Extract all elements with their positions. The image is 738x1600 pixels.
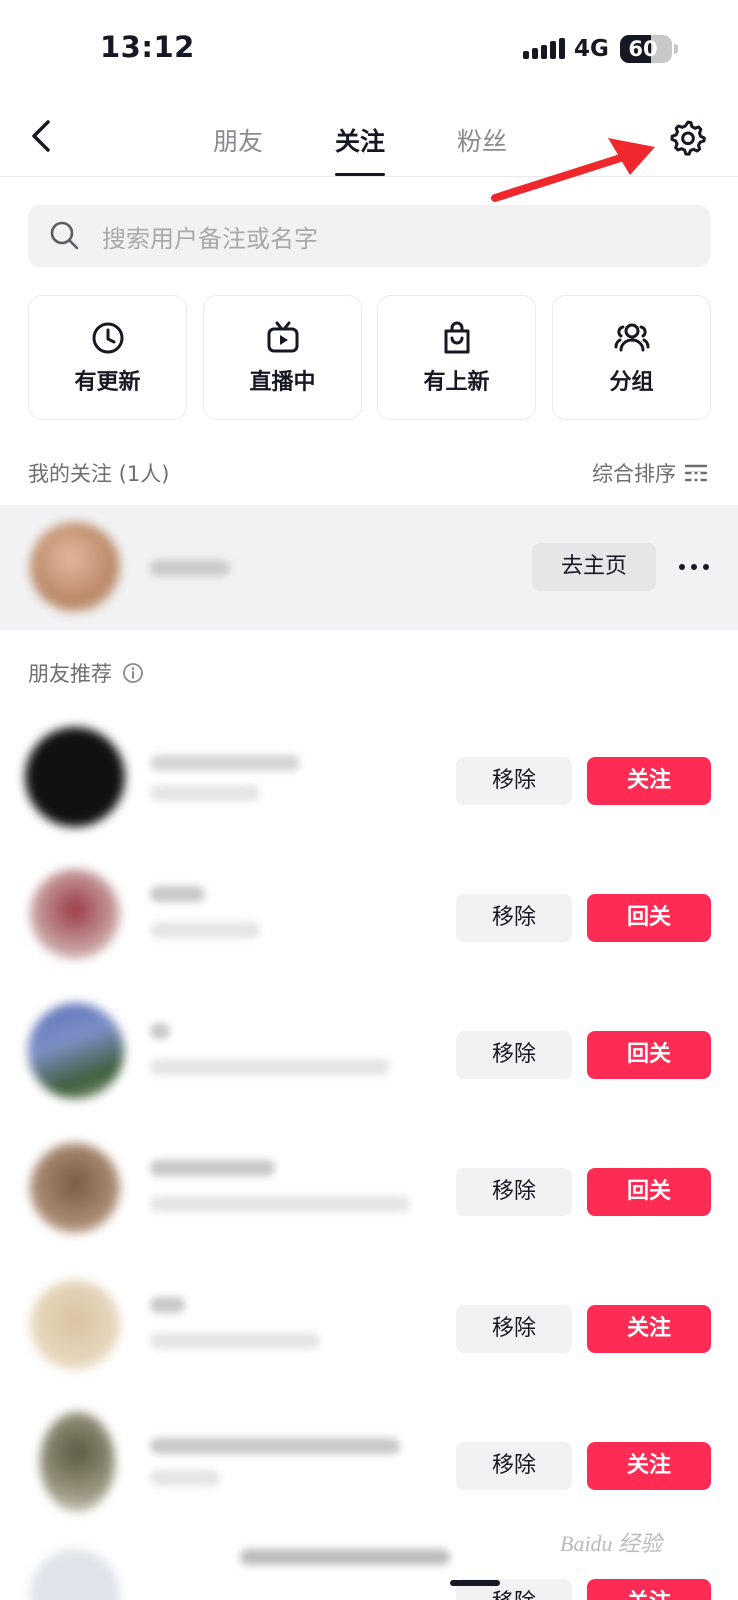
avatar[interactable] bbox=[30, 1549, 120, 1600]
recommend-section: 朋友推荐 bbox=[28, 658, 144, 688]
chevron-left-icon bbox=[32, 120, 50, 152]
username-blurred bbox=[150, 755, 300, 771]
home-indicator bbox=[450, 1580, 500, 1586]
tab-friends[interactable]: 朋友 bbox=[213, 122, 263, 176]
follow-button[interactable]: 关注 bbox=[587, 757, 711, 805]
subtitle-blurred bbox=[150, 922, 260, 938]
sort-button[interactable]: 综合排序 bbox=[592, 458, 708, 488]
shopping-bag-icon bbox=[444, 321, 469, 353]
search-bar[interactable]: 搜索用户备注或名字 bbox=[28, 205, 710, 267]
remove-button[interactable]: 移除 bbox=[456, 1031, 572, 1079]
tab-following[interactable]: 关注 bbox=[335, 122, 386, 176]
avatar[interactable] bbox=[30, 1143, 120, 1233]
remove-button[interactable]: 移除 bbox=[456, 1305, 572, 1353]
quick-action-label: 有上新 bbox=[423, 369, 490, 395]
info-icon[interactable] bbox=[122, 662, 144, 684]
gear-icon bbox=[670, 120, 706, 156]
follow-button[interactable]: 关注 bbox=[587, 1579, 711, 1600]
subtitle-blurred bbox=[150, 1196, 410, 1212]
clock-icon bbox=[92, 322, 123, 353]
battery-cap bbox=[674, 44, 678, 54]
subtitle-blurred bbox=[150, 1059, 390, 1075]
remove-button[interactable]: 移除 bbox=[456, 1168, 572, 1216]
network-label: 4G bbox=[574, 36, 609, 62]
subtitle-blurred bbox=[150, 1333, 320, 1349]
quick-action-updates[interactable]: 有更新 bbox=[28, 295, 187, 420]
battery-text: 60 bbox=[628, 37, 658, 61]
recommend-item[interactable]: 移除 回关 bbox=[0, 854, 738, 984]
follow-button[interactable]: 回关 bbox=[587, 1168, 711, 1216]
follow-button[interactable]: 关注 bbox=[587, 1305, 711, 1353]
follow-button[interactable]: 关注 bbox=[587, 1442, 711, 1490]
my-follow-title: 我的关注 (1人) bbox=[28, 462, 170, 486]
subtitle-blurred bbox=[150, 785, 260, 801]
recommend-item[interactable]: 移除 关注 bbox=[0, 1402, 738, 1532]
follow-button[interactable]: 回关 bbox=[587, 894, 711, 942]
follow-button[interactable]: 回关 bbox=[587, 1031, 711, 1079]
tab-fans[interactable]: 粉丝 bbox=[457, 122, 507, 176]
subtitle-blurred bbox=[150, 1470, 220, 1486]
back-button[interactable] bbox=[22, 114, 62, 158]
top-nav: 朋友 关注 粉丝 bbox=[0, 100, 738, 177]
more-icon[interactable] bbox=[676, 547, 712, 587]
watermark: Baidu 经验 bbox=[560, 1531, 663, 1556]
settings-button[interactable] bbox=[668, 118, 712, 162]
avatar[interactable] bbox=[25, 727, 125, 827]
recommend-title: 朋友推荐 bbox=[28, 662, 112, 686]
quick-action-label: 分组 bbox=[609, 369, 654, 395]
avatar[interactable] bbox=[40, 1412, 115, 1512]
signal-icon bbox=[523, 38, 565, 59]
battery-icon: 60 bbox=[620, 35, 672, 63]
tv-play-icon bbox=[267, 321, 298, 352]
username-blurred bbox=[150, 1160, 275, 1176]
status-time: 13:12 bbox=[100, 30, 195, 64]
search-icon bbox=[50, 221, 79, 250]
quick-action-label: 直播中 bbox=[249, 369, 316, 395]
sort-icon bbox=[684, 464, 708, 482]
username-blurred bbox=[150, 1297, 185, 1313]
goto-profile-button[interactable]: 去主页 bbox=[532, 543, 656, 591]
remove-button[interactable]: 移除 bbox=[456, 1442, 572, 1490]
recommend-item[interactable]: 移除 关注 bbox=[0, 1265, 738, 1395]
follow-list-item[interactable]: 去主页 bbox=[0, 505, 738, 630]
avatar[interactable] bbox=[30, 869, 120, 959]
status-bar: 13:12 4G 60 bbox=[0, 0, 738, 100]
avatar[interactable] bbox=[30, 522, 120, 612]
sort-label: 综合排序 bbox=[592, 462, 676, 486]
username-blurred bbox=[150, 560, 230, 576]
quick-action-groups[interactable]: 分组 bbox=[552, 295, 711, 420]
recommend-item[interactable]: 移除 回关 bbox=[0, 991, 738, 1121]
remove-button[interactable]: 移除 bbox=[456, 894, 572, 942]
avatar[interactable] bbox=[28, 1003, 124, 1099]
avatar[interactable] bbox=[30, 1280, 120, 1370]
username-blurred bbox=[150, 886, 205, 902]
quick-action-new-items[interactable]: 有上新 bbox=[377, 295, 536, 420]
username-blurred bbox=[240, 1549, 450, 1565]
username-blurred bbox=[150, 1438, 400, 1454]
username-blurred bbox=[150, 1023, 170, 1039]
quick-action-label: 有更新 bbox=[74, 369, 141, 395]
quick-action-live[interactable]: 直播中 bbox=[203, 295, 362, 420]
search-placeholder: 搜索用户备注或名字 bbox=[102, 224, 318, 253]
recommend-item[interactable]: 移除 关注 bbox=[0, 717, 738, 847]
group-icon bbox=[613, 323, 650, 351]
remove-button[interactable]: 移除 bbox=[456, 757, 572, 805]
recommend-item[interactable]: 移除 回关 bbox=[0, 1128, 738, 1258]
